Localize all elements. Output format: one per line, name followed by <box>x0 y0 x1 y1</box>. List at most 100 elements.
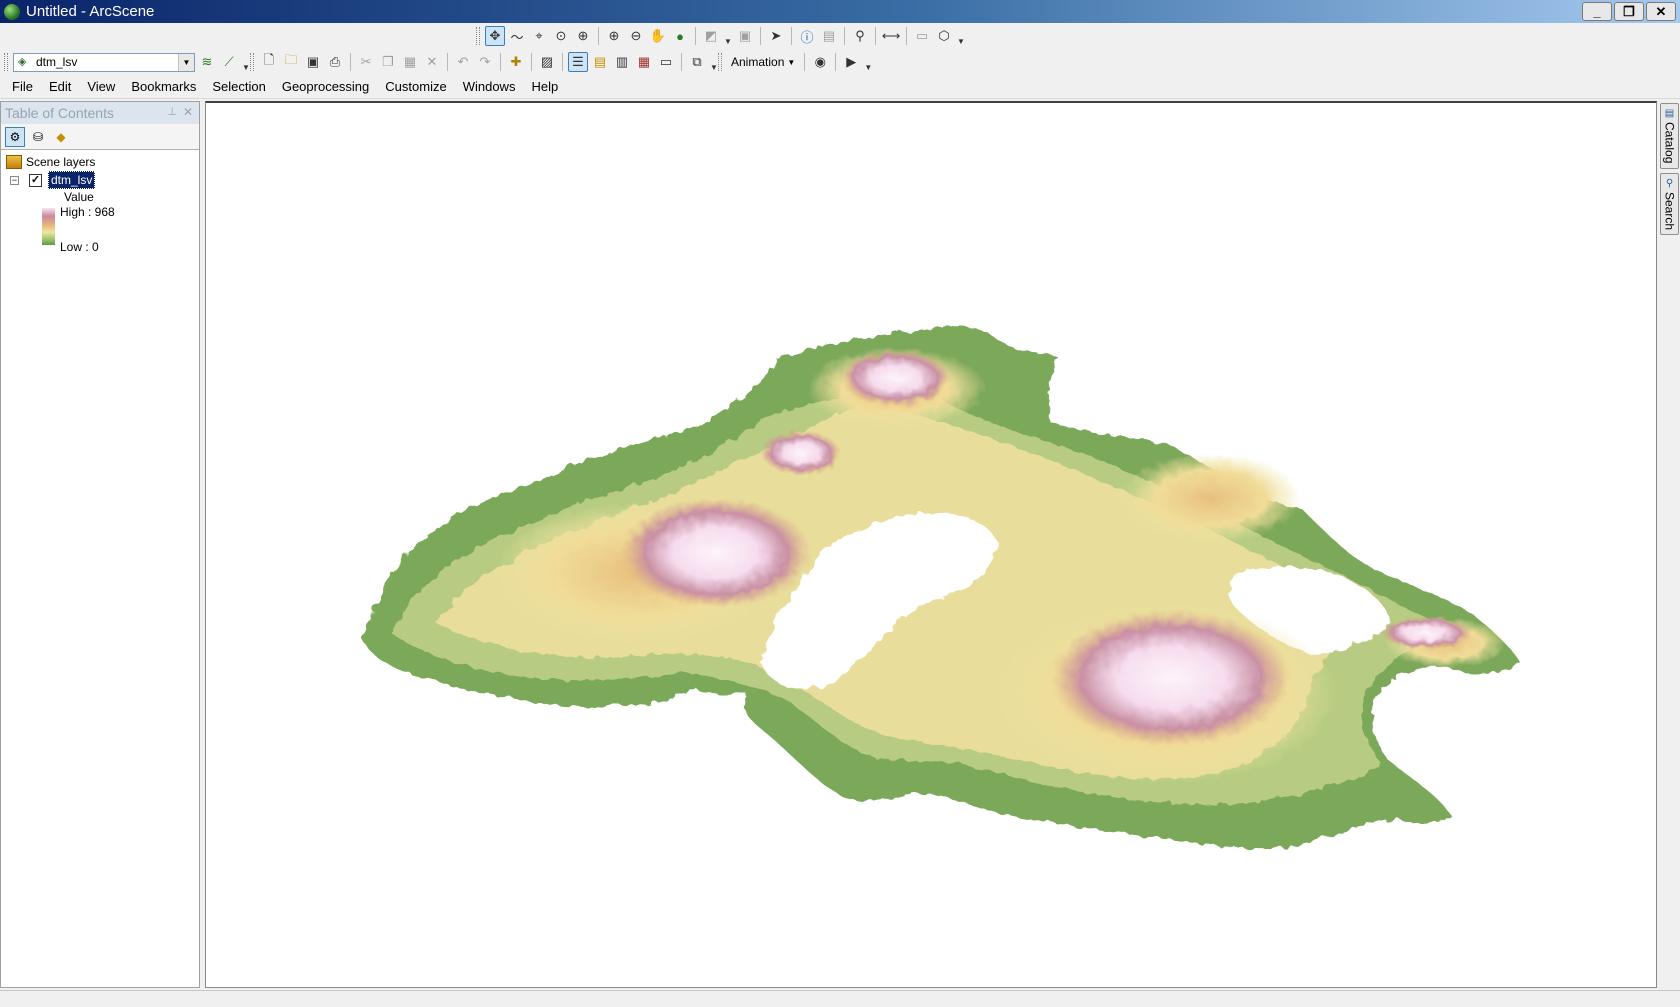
select-features-arrow-icon[interactable]: ➤ <box>766 26 786 46</box>
standard-toolbar: 🗋 🗀 ▣ ⎙ ✂ ❐ ▦ ✕ ↶ ↷ ✚ ▨ ☰ ▤ ▥ ▦ ▭ ⧉ ▼ <box>250 51 719 73</box>
redo-icon[interactable]: ↷ <box>475 52 495 72</box>
chevron-down-icon[interactable]: ▼ <box>178 53 194 71</box>
menu-bookmarks[interactable]: Bookmarks <box>123 76 204 98</box>
contour-icon[interactable]: ≋ <box>197 52 217 72</box>
copy-icon[interactable]: ❐ <box>378 52 398 72</box>
separator <box>791 27 792 45</box>
search-tab-label: Search <box>1662 192 1677 231</box>
collapse-icon[interactable]: − <box>10 175 19 185</box>
legend-high-label: High : 968 <box>60 205 115 219</box>
list-by-source-icon[interactable]: ⛁ <box>28 127 48 147</box>
minimize-button[interactable]: _ <box>1582 2 1612 21</box>
layer-tree: Scene layers − ✓ dtm_lsv Value High : 96… <box>1 150 199 254</box>
toolbar-grip[interactable] <box>718 53 722 71</box>
open-folder-icon[interactable]: 🗀 <box>281 52 301 72</box>
html-popup-icon[interactable]: ▤ <box>819 26 839 46</box>
save-icon[interactable]: ▣ <box>303 52 323 72</box>
layer-select-combobox[interactable]: ◈ dtm_lsv ▼ <box>13 52 195 72</box>
narrow-dropdown-arrow-icon[interactable]: ▼ <box>723 26 733 46</box>
narrow-target-icon[interactable]: ◩ <box>701 26 721 46</box>
separator <box>804 53 806 71</box>
capture-view-camera-icon[interactable]: ◉ <box>810 52 830 72</box>
tools-toolbar-row: ✥ 〜 ⌖ ⊙ ⊕ ⊕ ⊖ ✋ ● ◩ ▼ ▣ ➤ ⓘ ▤ ⚲ ⟷ ▭ ⬡ ▼ <box>0 23 1680 49</box>
scene-view[interactable] <box>205 101 1657 988</box>
color-ramp-swatch[interactable] <box>42 208 55 245</box>
toolbar-options-dropdown-icon[interactable]: ▼ <box>863 52 873 72</box>
search-dock-tab[interactable]: ⚲ Search <box>1660 173 1679 235</box>
separator <box>844 27 845 45</box>
disabled-tool-icon[interactable]: ▣ <box>735 26 755 46</box>
layer-name-label[interactable]: dtm_lsv <box>48 171 96 189</box>
toolbar-grip[interactable] <box>4 53 8 71</box>
center-on-target-icon[interactable]: ⌖ <box>529 26 549 46</box>
animation-menu-label: Animation <box>731 55 785 69</box>
menu-customize[interactable]: Customize <box>377 76 454 98</box>
toc-header: Table of Contents ⊥ ✕ <box>1 102 199 124</box>
menu-edit[interactable]: Edit <box>41 76 79 98</box>
arcscene-globe-icon <box>4 3 20 20</box>
toolbar-options-dropdown-icon[interactable]: ▼ <box>956 26 966 46</box>
arctoolbox-icon[interactable]: ▤ <box>590 52 610 72</box>
separator <box>350 53 351 71</box>
zoom-in-icon[interactable]: ⊕ <box>604 26 624 46</box>
animation-menu-button[interactable]: Animation ▼ <box>727 52 799 72</box>
line-of-sight-icon[interactable]: ⟋ <box>219 52 239 72</box>
tree-item-scene-layers[interactable]: Scene layers <box>1 153 199 171</box>
scene-layers-label: Scene layers <box>26 155 96 169</box>
animation-controls-icon[interactable]: ▶ <box>841 52 861 72</box>
separator <box>906 27 907 45</box>
full-extent-globe-icon[interactable]: ● <box>670 26 690 46</box>
menu-windows[interactable]: Windows <box>455 76 524 98</box>
separator <box>598 27 599 45</box>
print-icon[interactable]: ⎙ <box>325 52 345 72</box>
toolbar-grip[interactable] <box>476 27 480 45</box>
find-binoculars-icon[interactable]: ⚲ <box>850 26 870 46</box>
layer-visibility-checkbox[interactable]: ✓ <box>29 173 42 187</box>
cut-icon[interactable]: ✂ <box>356 52 376 72</box>
delete-icon[interactable]: ✕ <box>422 52 442 72</box>
separator <box>681 53 682 71</box>
catalog-icon: ▤ <box>1664 108 1675 119</box>
catalog-window-icon[interactable]: ▥ <box>612 52 632 72</box>
list-by-visibility-icon[interactable]: ◆ <box>51 127 71 147</box>
separator <box>562 53 563 71</box>
identify-info-icon[interactable]: ⓘ <box>797 26 817 46</box>
add-data-icon[interactable]: ✚ <box>506 52 526 72</box>
python-window-icon[interactable]: ▦ <box>634 52 654 72</box>
undo-icon[interactable]: ↶ <box>453 52 473 72</box>
menu-geoprocessing[interactable]: Geoprocessing <box>274 76 377 98</box>
scene-properties-cube-icon[interactable]: ⬡ <box>934 26 954 46</box>
restore-button[interactable]: ❐ <box>1614 2 1644 21</box>
title-bar: Untitled - ArcScene _ ❐ ✕ <box>0 0 1680 23</box>
standard-toolbar-row: ◈ dtm_lsv ▼ ≋ ⟋ ▼ 🗋 🗀 ▣ ⎙ ✂ ❐ ▦ ✕ ↶ ↷ ✚ <box>0 49 1680 75</box>
tree-item-layer[interactable]: − ✓ dtm_lsv <box>1 171 199 189</box>
paste-icon[interactable]: ▦ <box>400 52 420 72</box>
zoom-to-target-icon[interactable]: ⊙ <box>551 26 571 46</box>
command-line-icon[interactable]: ▭ <box>656 52 676 72</box>
toolbar-grip[interactable] <box>250 53 254 71</box>
fly-tool-icon[interactable]: 〜 <box>507 26 527 46</box>
disabled-tool-icon[interactable]: ▭ <box>912 26 932 46</box>
zoom-out-icon[interactable]: ⊖ <box>626 26 646 46</box>
set-observer-icon[interactable]: ⊕ <box>573 26 593 46</box>
table-of-contents-panel: Table of Contents ⊥ ✕ ⚙ ⛁ ◆ Scene layers… <box>0 101 200 988</box>
menu-selection[interactable]: Selection <box>204 76 273 98</box>
menu-file[interactable]: File <box>4 76 41 98</box>
modelbuilder-icon[interactable]: ⧉ <box>687 52 707 72</box>
tools-toolbar: ✥ 〜 ⌖ ⊙ ⊕ ⊕ ⊖ ✋ ● ◩ ▼ ▣ ➤ ⓘ ▤ ⚲ ⟷ ▭ ⬡ ▼ <box>476 25 966 47</box>
measure-icon[interactable]: ⟷ <box>881 26 901 46</box>
pan-hand-icon[interactable]: ✋ <box>648 26 668 46</box>
table-of-contents-window-icon[interactable]: ☰ <box>568 52 588 72</box>
add-basemap-icon[interactable]: ▨ <box>537 52 557 72</box>
close-button[interactable]: ✕ <box>1646 2 1676 21</box>
close-icon[interactable]: ✕ <box>183 105 193 119</box>
navigate-tool-icon[interactable]: ✥ <box>485 26 505 46</box>
menu-help[interactable]: Help <box>523 76 566 98</box>
list-by-drawing-order-icon[interactable]: ⚙ <box>5 126 25 147</box>
new-document-icon[interactable]: 🗋 <box>259 52 279 72</box>
layer-combo-value: dtm_lsv <box>36 55 78 69</box>
catalog-dock-tab[interactable]: ▤ Catalog <box>1660 103 1679 169</box>
scene-layers-icon <box>6 155 22 169</box>
menu-view[interactable]: View <box>79 76 123 98</box>
pin-icon[interactable]: ⊥ <box>167 105 177 118</box>
